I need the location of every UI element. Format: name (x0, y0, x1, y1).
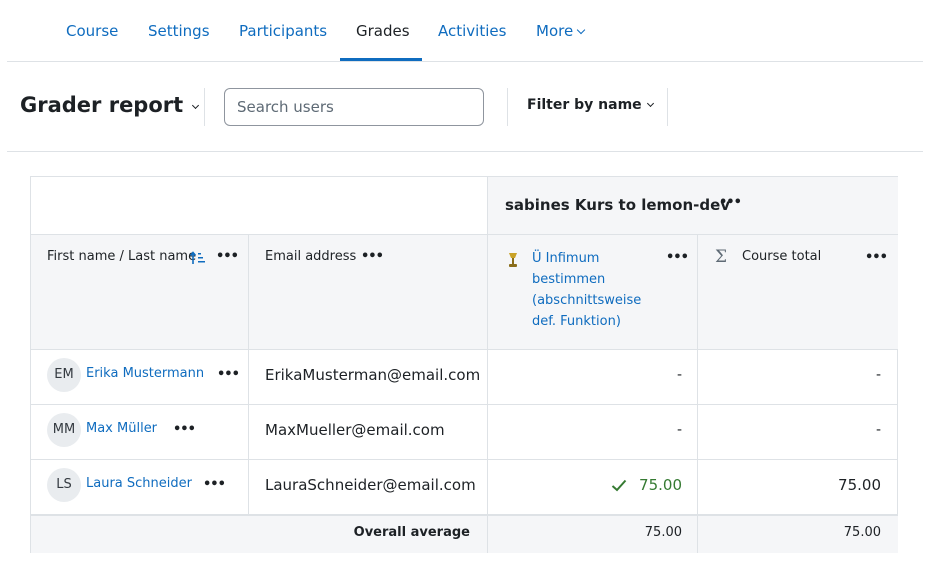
chevron-down-icon (646, 99, 654, 108)
chevron-down-icon (192, 101, 200, 110)
divider (507, 88, 508, 126)
col-divider (697, 234, 698, 553)
sigma-icon: Σ (715, 247, 728, 267)
student-actions-menu[interactable]: ••• (217, 367, 240, 382)
column-total-header: Course total (742, 249, 822, 264)
tab-more[interactable]: More (536, 0, 586, 62)
tab-course[interactable]: Course (66, 0, 118, 62)
student-email: MaxMueller@email.com (265, 421, 445, 439)
tab-activities[interactable]: Activities (438, 0, 506, 62)
row-divider (31, 349, 898, 350)
student-name-link[interactable]: Erika Mustermann (86, 366, 204, 381)
tab-participants[interactable]: Participants (239, 0, 327, 62)
divider (204, 88, 205, 126)
col-divider (487, 177, 488, 553)
divider (667, 88, 668, 126)
grade-item-link[interactable]: Ü Infimum bestimmen (abschnittsweise def… (532, 248, 652, 332)
student-name-link[interactable]: Laura Schneider (86, 476, 192, 491)
avatar: LS (47, 468, 81, 502)
col-divider (248, 234, 249, 514)
total-cell: - (875, 422, 881, 438)
filter-by-name-button[interactable]: Filter by name (527, 97, 654, 113)
tab-grades[interactable]: Grades (356, 0, 410, 62)
grade-cell[interactable]: 75.00 (488, 476, 682, 494)
student-email: ErikaMusterman@email.com (265, 366, 481, 384)
page-title: Grader report (20, 93, 184, 117)
category-actions-menu[interactable]: ••• (719, 195, 742, 210)
category-name: sabines Kurs to lemon-dev (505, 196, 731, 214)
row-divider (31, 459, 898, 460)
sort-ascending-icon[interactable] (190, 251, 206, 265)
name-column-actions-menu[interactable]: ••• (216, 249, 239, 264)
grader-table: sabines Kurs to lemon-dev ••• First name… (30, 176, 898, 553)
search-users-input[interactable] (224, 88, 484, 126)
report-toolbar: Grader report Filter by name (7, 62, 923, 152)
grade-item-actions-menu[interactable]: ••• (666, 250, 689, 265)
student-actions-menu[interactable]: ••• (203, 477, 226, 492)
course-nav: Course Settings Participants Grades Acti… (7, 0, 923, 62)
student-actions-menu[interactable]: ••• (173, 422, 196, 437)
total-column-actions-menu[interactable]: ••• (865, 250, 888, 265)
avatar: EM (47, 358, 81, 392)
total-cell: 75.00 (838, 476, 881, 494)
student-email: LauraSchneider@email.com (265, 476, 476, 494)
grade-cell[interactable]: - (488, 422, 682, 438)
total-cell: - (875, 367, 881, 383)
tab-settings[interactable]: Settings (148, 0, 210, 62)
report-selector[interactable]: Grader report (20, 93, 200, 117)
grade-cell[interactable]: - (488, 367, 682, 383)
overall-average-label: Overall average (353, 525, 470, 540)
row-divider (31, 234, 898, 235)
assignment-icon (509, 253, 517, 267)
average-total-value: 75.00 (843, 525, 881, 540)
email-column-actions-menu[interactable]: ••• (361, 249, 384, 264)
row-divider (31, 514, 898, 516)
tab-more-label: More (536, 22, 574, 40)
chevron-down-icon (576, 25, 586, 35)
avatar: MM (47, 413, 81, 447)
row-divider (31, 404, 898, 405)
student-name-link[interactable]: Max Müller (86, 421, 157, 436)
column-name-label: First name / Last name (47, 249, 197, 264)
filter-label: Filter by name (527, 97, 642, 113)
column-email-header: Email address (265, 249, 357, 264)
average-item-value: 75.00 (644, 525, 682, 540)
active-tab-indicator (340, 58, 422, 61)
column-name-header[interactable]: First name / Last name (47, 249, 196, 264)
